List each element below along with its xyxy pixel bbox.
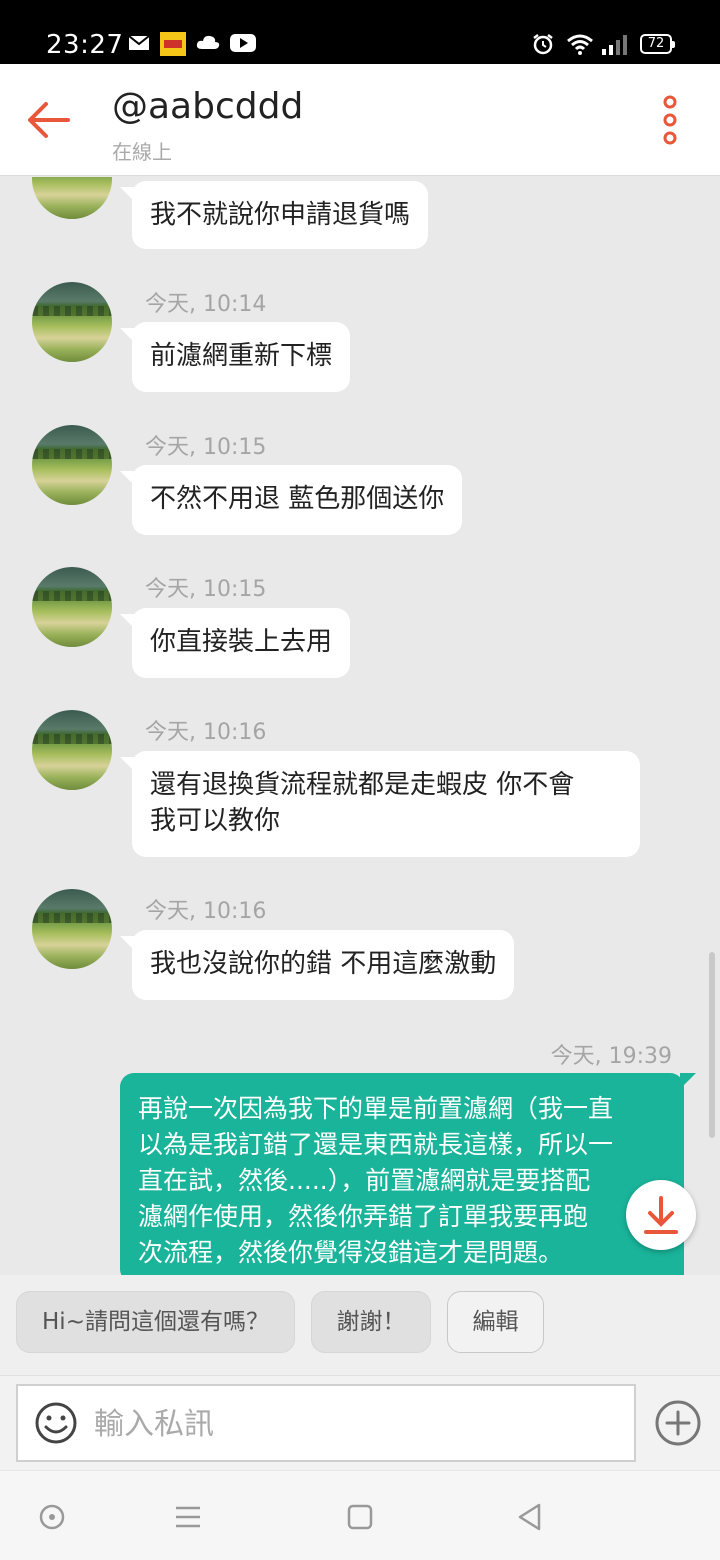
quick-reply-bar: Hi~請問這個還有嗎？ 謝謝！ 編輯	[0, 1275, 720, 1375]
emoji-icon[interactable]	[34, 1401, 78, 1445]
message-timestamp: 今天, 10:16	[145, 720, 267, 745]
message-text: 我也沒說你的錯 不用這麼激動	[150, 949, 497, 979]
online-status: 在線上	[112, 140, 172, 164]
message-input[interactable]	[94, 1396, 624, 1452]
alarm-icon	[533, 34, 553, 55]
message-composer	[0, 1375, 720, 1470]
avatar[interactable]	[32, 710, 112, 790]
avatar[interactable]	[32, 567, 112, 647]
message-text: 前濾網重新下標	[150, 341, 333, 371]
add-attachment-icon[interactable]	[654, 1399, 702, 1447]
download-arrow-icon	[644, 1196, 678, 1234]
scroll-to-bottom-button[interactable]	[626, 1180, 696, 1250]
avatar[interactable]	[32, 425, 112, 505]
status-time: 23:27	[46, 30, 124, 60]
message-bubble[interactable]: 不然不用退 藍色那個送你	[119, 465, 463, 535]
more-options-icon[interactable]	[656, 94, 684, 146]
message-text: 我不就說你申請退貨嗎	[150, 200, 411, 230]
message-timestamp: 今天, 10:16	[145, 899, 267, 924]
scrollbar[interactable]	[709, 952, 715, 1138]
mail-icon	[128, 35, 150, 50]
edit-quick-replies-button[interactable]: 編輯	[447, 1291, 544, 1353]
message-timestamp: 今天, 10:14	[145, 292, 267, 317]
message-input-box	[16, 1384, 636, 1462]
cloud-icon	[196, 35, 220, 49]
assistant-icon[interactable]	[36, 1501, 68, 1533]
home-icon[interactable]	[344, 1501, 376, 1533]
message-text-line: 直在試，然後.....），前置濾網就是要搭配	[138, 1166, 591, 1195]
message-bubble[interactable]: 還有退換貨流程就都是走蝦皮 你不會 我可以教你	[120, 751, 640, 857]
message-bubble[interactable]: 前濾網重新下標	[119, 322, 351, 392]
message-bubble[interactable]: 我也沒說你的錯 不用這麼激動	[119, 930, 515, 1000]
system-nav-bar	[0, 1470, 720, 1560]
message-bubble-outgoing[interactable]: 再說一次因為我下的單是前置濾網（我一直 以為是我訂錯了還是東西就長這樣，所以一 …	[120, 1073, 696, 1275]
chat-title: @aabcddd	[112, 86, 304, 127]
avatar[interactable]	[32, 177, 112, 219]
message-timestamp: 今天, 10:15	[145, 577, 267, 602]
battery-icon: 72	[640, 34, 675, 54]
youtube-icon	[230, 34, 256, 52]
app-badge-icon	[160, 32, 186, 56]
avatar[interactable]	[32, 889, 112, 969]
message-text-line: 我可以教你	[150, 806, 281, 836]
status-bar: 23:27 72	[0, 0, 720, 64]
message-text: 不然不用退 藍色那個送你	[150, 484, 445, 514]
message-timestamp: 今天, 10:15	[145, 435, 267, 460]
message-bubble[interactable]: 你直接裝上去用	[119, 608, 351, 678]
menu-icon[interactable]	[172, 1501, 204, 1533]
message-bubble[interactable]: 我不就說你申請退貨嗎	[119, 181, 429, 249]
signal-icon	[602, 35, 627, 55]
message-list[interactable]: 我不就說你申請退貨嗎 今天, 10:14 前濾網重新下標 今天, 10:15 不…	[0, 177, 720, 1275]
message-text-line: 以為是我訂錯了還是東西就長這樣，所以一	[138, 1130, 614, 1159]
message-text-line: 濾網作使用，然後你弄錯了訂單我要再跑	[138, 1202, 589, 1231]
wifi-icon	[567, 34, 593, 55]
avatar[interactable]	[32, 282, 112, 362]
battery-level: 72	[647, 36, 665, 51]
back-arrow-icon[interactable]	[22, 92, 78, 148]
back-icon[interactable]	[514, 1501, 546, 1533]
quick-reply-chip[interactable]: 謝謝！	[311, 1291, 431, 1353]
message-text: 你直接裝上去用	[150, 627, 333, 657]
quick-reply-chip[interactable]: Hi~請問這個還有嗎？	[16, 1291, 295, 1353]
message-text-line: 還有退換貨流程就都是走蝦皮 你不會	[150, 770, 575, 800]
message-text-line: 次流程，然後你覺得沒錯這才是問題。	[138, 1238, 564, 1267]
chat-header: @aabcddd 在線上	[0, 64, 720, 176]
message-text-line: 再說一次因為我下的單是前置濾網（我一直	[138, 1094, 614, 1123]
message-timestamp: 今天, 19:39	[550, 1044, 672, 1069]
